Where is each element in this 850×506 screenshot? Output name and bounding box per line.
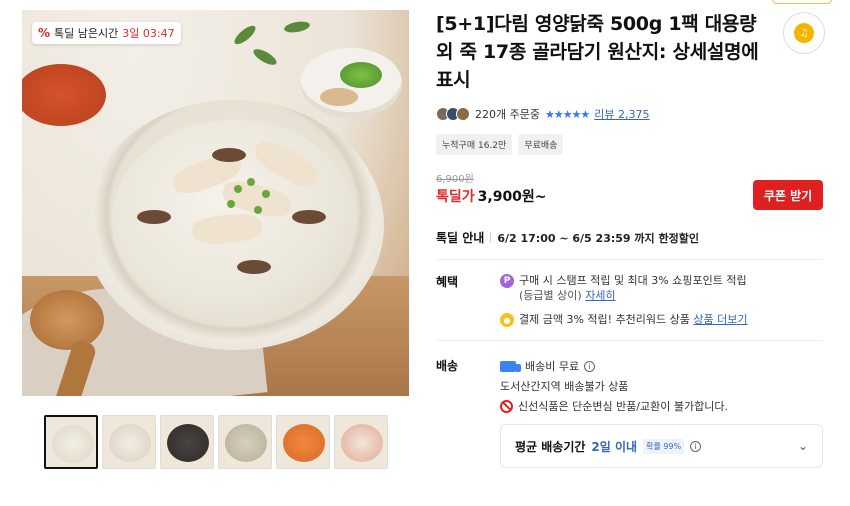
product-tags: 누적구매 16.2만 무료배송 [436, 134, 564, 155]
prohibited-icon [500, 399, 513, 413]
coupon-button[interactable]: 쿠폰 받기 [753, 180, 823, 210]
divider [436, 340, 823, 341]
shipping-fee-row: 배송비 무료 i [500, 358, 596, 374]
original-price: 6,900원 [436, 174, 474, 185]
benefit-detail-link[interactable]: 자세히 [585, 289, 615, 302]
brand-badge[interactable]: ♫ [783, 12, 825, 54]
delivery-period-dropdown[interactable]: 평균 배송기간 2일 이내 확률 99% i ⌄ [500, 424, 823, 468]
deal-countdown-time: 3일 03:47 [122, 27, 175, 40]
truck-icon [500, 360, 521, 372]
info-icon[interactable]: i [690, 440, 702, 452]
more-products-link[interactable]: 상품 더보기 [693, 313, 747, 326]
deal-price-label: 톡딜가 [436, 189, 475, 205]
deal-countdown-label: 톡딜 남은시간 [54, 27, 119, 40]
fresh-notice-text: 신선식품은 단순변심 반품/교환이 불가합니다. [518, 400, 728, 413]
product-main-image [22, 10, 409, 396]
order-review-row: 220개 주문중 ★★★★★ 리뷰 2,375 [436, 106, 650, 122]
deal-countdown-badge: % 톡딜 남은시간 3일 03:47 [32, 22, 181, 44]
shipping-restriction: 도서산간지역 배송불가 상품 [500, 380, 629, 393]
thumbnail-2[interactable] [102, 415, 156, 469]
shipping-label: 배송 [436, 359, 459, 373]
point-icon: P [500, 274, 514, 288]
delivery-period-value: 2일 이내 [591, 439, 638, 454]
benefit-reward: ● 결제 금액 3% 적립! 추천리워드 상품 상품 더보기 [500, 312, 820, 327]
product-title: [5+1]다림 영양닭죽 500g 1팩 대용량 외 죽 17종 골라담기 원산… [436, 13, 759, 91]
rating-stars: ★★★★★ [544, 107, 590, 121]
shipping-fee: 배송비 무료 [525, 360, 580, 373]
thumbnail-5[interactable] [276, 415, 330, 469]
fresh-notice-row: 신선식품은 단순변심 반품/교환이 불가합니다. [500, 398, 728, 414]
info-icon[interactable]: i [584, 360, 596, 372]
benefit-reward-text: 결제 금액 3% 적립! 추천리워드 상품 [519, 313, 690, 326]
deal-price-value: 3,900원~ [477, 189, 547, 205]
coin-icon: ● [500, 313, 514, 327]
thumbnail-6[interactable] [334, 415, 388, 469]
probability-badge: 확률 99% [643, 438, 685, 454]
deal-info-label: 톡딜 안내 [436, 231, 485, 245]
thumbnail-4[interactable] [218, 415, 272, 469]
price-row: 톡딜가 3,900원~ [436, 186, 547, 206]
thumbnail-3[interactable] [160, 415, 214, 469]
order-count: 220개 주문중 [475, 108, 540, 121]
thumbnail-1[interactable] [44, 415, 98, 469]
buyer-avatars [436, 107, 470, 121]
deal-info: 톡딜 안내 6/2 17:00 ~ 6/5 23:59 까지 한정할인 [436, 229, 699, 246]
brand-badge-icon: ♫ [794, 23, 814, 43]
deal-info-value: 6/2 17:00 ~ 6/5 23:59 까지 한정할인 [497, 231, 699, 245]
review-link[interactable]: 리뷰 2,375 [594, 106, 649, 122]
divider [436, 259, 823, 260]
benefit-label: 혜택 [436, 275, 459, 289]
chevron-down-icon[interactable]: ⌄ [798, 439, 808, 453]
percent-icon: % [38, 26, 51, 40]
corner-badge-tab [772, 0, 832, 4]
tag-cumulative-purchase: 누적구매 16.2만 [436, 134, 513, 155]
benefit-point-text: 구매 시 스탬프 적립 및 최대 3% 쇼핑포인트 적립 [519, 274, 747, 287]
tag-free-shipping: 무료배송 [518, 134, 564, 155]
delivery-period-label: 평균 배송기간 [515, 439, 586, 454]
benefit-point-sub: (등급별 상이) [519, 289, 582, 302]
thumbnail-strip [44, 415, 388, 469]
benefit-point: P 구매 시 스탬프 적립 및 최대 3% 쇼핑포인트 적립 (등급별 상이) … [500, 273, 820, 303]
